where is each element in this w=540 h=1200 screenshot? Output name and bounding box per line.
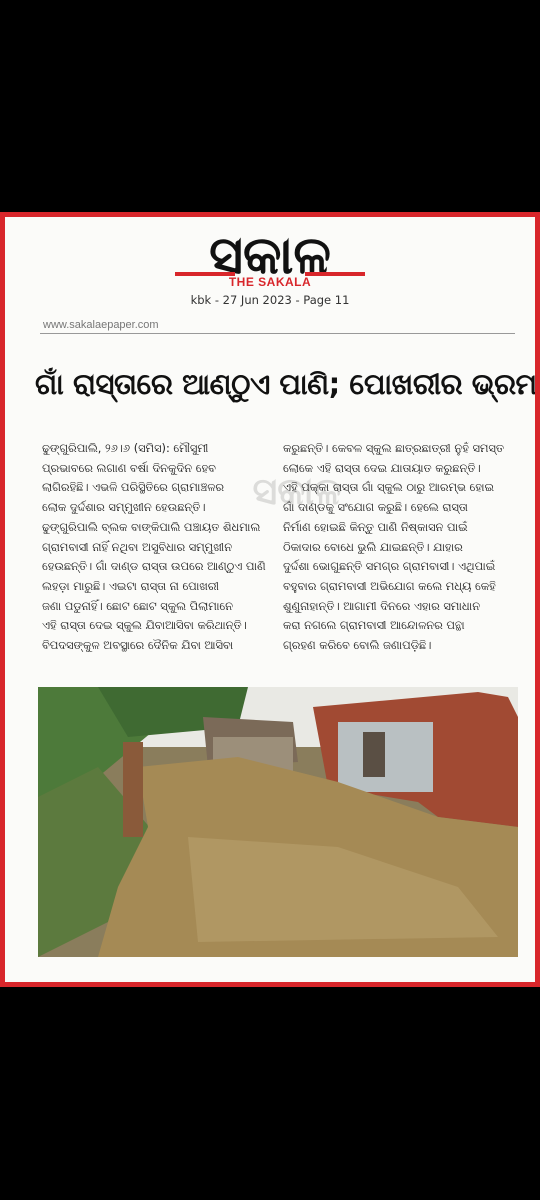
epaper-url: www.sakalaepaper.com bbox=[43, 319, 159, 331]
article-text-line: କରୁଛନ୍ତି। କେବଳ ସ୍କୁଲ ଛାତ୍ରଛାତ୍ରୀ ନୁହଁ ସମ… bbox=[283, 441, 504, 455]
article-text-line: ଗ୍ରାମବାସୀ ନାହିଁ ନଥିବା ଅସୁବିଧାର ସମ୍ମୁଖୀନ bbox=[42, 539, 233, 554]
header-rule bbox=[40, 333, 515, 334]
article-text-line: ଜଣା ପଡୁନାହିଁ। ଛୋଟ ଛୋଟ ସ୍କୁଲ ପିଲାମାନେ bbox=[42, 598, 233, 613]
photo-brick-pile bbox=[123, 742, 143, 837]
article-text-line: ହେଉଛନ୍ତି। ଗାଁ ଦାଣ୍ଡ ରାସ୍ତା ଉପରେ ଆଣ୍ଠୁଏ ପ… bbox=[42, 559, 266, 574]
article-text-line: ବିପଦସଙ୍କୁଳ ଅବସ୍ଥାରେ ଦୈନିକ ଯିବା ଆସିବା bbox=[42, 638, 234, 653]
edition-dateline: kbk - 27 Jun 2023 - Page 11 bbox=[190, 293, 350, 307]
photo-illustration bbox=[38, 687, 518, 957]
article-text-line: କରା ନଗଲେ ଗ୍ରାମବାସୀ ଆନ୍ଦୋଳନର ପନ୍ଥା bbox=[283, 618, 465, 633]
newspaper-page: ସକାଳ THE SAKALA kbk - 27 Jun 2023 - Page… bbox=[5, 217, 535, 982]
article-text-line: ଲହଡ଼ା ମାରୁଛି। ଏଇଟା ରାସ୍ତା ନା ପୋଖରୀ bbox=[42, 578, 219, 593]
watermark-logo: ସକାଳ bbox=[253, 469, 342, 513]
masthead: ସକାଳ THE SAKALA kbk - 27 Jun 2023 - Page… bbox=[5, 217, 535, 317]
sakala-logo: ସକାଳ bbox=[175, 226, 365, 283]
photo-house-plaster-wall bbox=[338, 722, 433, 792]
article-text-line: ଏହି ରାସ୍ତା ଦେଇ ସ୍କୁଲ ଯିବାଆସିବା କରିଥାନ୍ତି… bbox=[42, 618, 247, 633]
article-headline: ଗାଁ ରାସ୍ତାରେ ଆଣ୍ଠୁଏ ପାଣି; ପୋଖରୀର ଭ୍ରମ bbox=[35, 367, 535, 401]
article-text-line: ଗ୍ରହଣ କରିବେ ବୋଲି ଜଣାପଡ଼ିଛି। bbox=[283, 638, 432, 653]
article-text-line: ଶୁଣୁନାହାନ୍ତି। ଆଗାମୀ ଦିନରେ ଏହାର ସମାଧାନ bbox=[283, 598, 481, 613]
article-photo-flooded-village-road bbox=[38, 687, 518, 957]
article-text-line: ଢୁଙ୍ଗୁରିପାଲି, ୨୬।୬ (ସମିସ): ମୌସୁମୀ bbox=[42, 441, 209, 455]
watermark-text: ସକାଳ bbox=[253, 469, 342, 513]
article-text-line: ବହୁବାର ଗ୍ରାମବାସୀ ଅଭିଯୋଗ କଲେ ମଧ୍ୟ କେହି bbox=[283, 578, 496, 593]
photo-house-door bbox=[363, 732, 385, 777]
article-text-line: ଦୁର୍ଦ୍ଦଶା ଭୋଗୁଛନ୍ତି ସମଗ୍ର ଗ୍ରାମବାସୀ। ଏଥି… bbox=[283, 559, 496, 574]
masthead-subtitle: THE SAKALA bbox=[228, 275, 312, 289]
newspaper-clipping-frame: ସକାଳ THE SAKALA kbk - 27 Jun 2023 - Page… bbox=[0, 212, 540, 987]
article-text-line: ଠିକାଦାର ବୋଧେ ଭୁଲି ଯାଇଛନ୍ତି। ଯାହାର bbox=[283, 539, 463, 554]
